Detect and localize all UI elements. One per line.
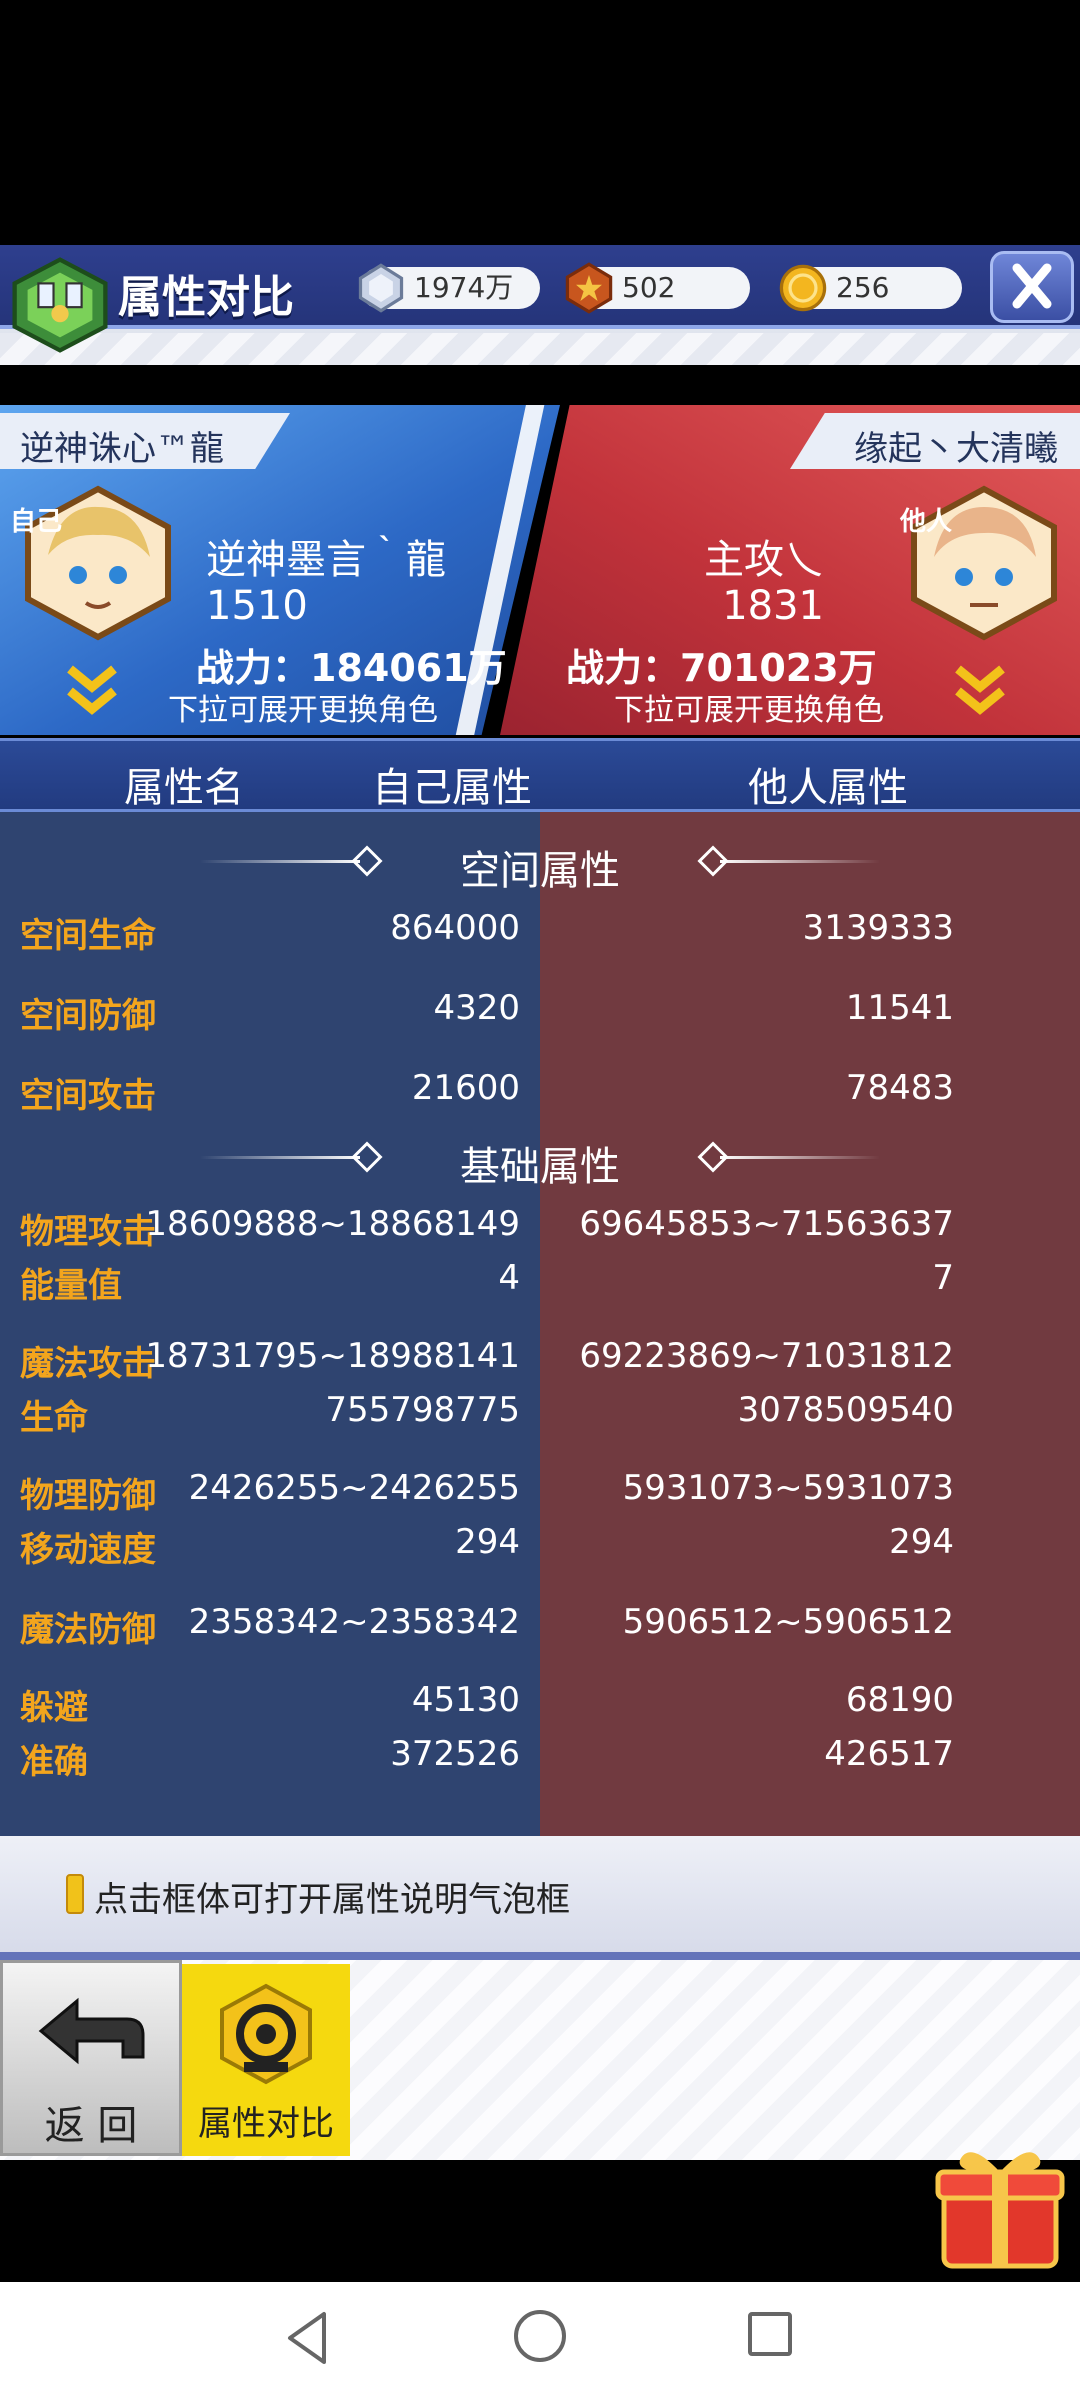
back-arrow-icon	[38, 1997, 145, 2065]
exclamation-icon	[66, 1874, 84, 1914]
row-other-value: 69645853~71563637	[579, 1204, 954, 1244]
row-label[interactable]: 准确	[20, 1734, 88, 1783]
self-power: 战力：184061万	[196, 646, 507, 690]
row-label[interactable]: 空间防御	[20, 988, 156, 1037]
row-other-value: 294	[889, 1522, 954, 1562]
row-other-value: 7	[932, 1258, 954, 1298]
section-title: 空间属性	[460, 848, 620, 894]
row-label[interactable]: 移动速度	[20, 1522, 156, 1571]
diamond-icon	[358, 263, 404, 313]
tab-label: 属性对比	[198, 2104, 334, 2144]
tab-attribute-compare[interactable]: 属性对比	[182, 1964, 350, 2156]
other-player-name: 主攻乀	[704, 537, 824, 583]
row-other-value: 5931073~5931073	[622, 1468, 954, 1508]
self-expand-chevron-icon[interactable]	[64, 661, 120, 721]
row-self-value: 4	[498, 1258, 520, 1298]
other-tab-name: 缘起丶大清曦	[854, 429, 1058, 469]
row-other-value: 426517	[824, 1734, 954, 1774]
player-compare-panel: 逆神诛心™龍 缘起丶大清曦 自己 他人 逆神墨言｀龍 1510 战力：18406…	[0, 405, 1080, 735]
attribute-table[interactable]: 空间属性 空间生命 864000 3139333 空间防御 4320 11541…	[0, 812, 1080, 1836]
self-player-level: 1510	[206, 583, 308, 629]
row-other-value: 78483	[845, 1068, 954, 1108]
back-label: 返 回	[44, 2103, 138, 2149]
section-line-right	[720, 1156, 880, 1159]
row-label[interactable]: 躲避	[20, 1680, 88, 1729]
header-other-attribute: 他人属性	[748, 765, 908, 811]
header-attribute-name: 属性名	[124, 765, 244, 811]
row-self-value: 2358342~2358342	[188, 1602, 520, 1642]
header-bar: 属性对比 1974万 502 256	[0, 245, 1080, 365]
other-expand-chevron-icon[interactable]	[952, 661, 1008, 721]
row-other-value: 5906512~5906512	[622, 1602, 954, 1642]
row-other-value: 69223869~71031812	[579, 1336, 954, 1376]
compare-swirl-icon	[220, 1983, 312, 2085]
header-self-attribute: 自己属性	[372, 765, 532, 811]
section-header: 空间属性	[0, 832, 1080, 894]
row-self-value: 45130	[411, 1680, 520, 1720]
row-other-value: 3139333	[802, 908, 954, 948]
coin-value: 256	[836, 271, 890, 304]
bottom-nav: 返 回 属性对比	[0, 1960, 1080, 2160]
other-power: 战力：701023万	[566, 646, 877, 690]
system-nav-bar	[0, 2282, 1080, 2400]
row-other-value: 68190	[845, 1680, 954, 1720]
row-self-value: 294	[455, 1522, 520, 1562]
row-self-value: 21600	[411, 1068, 520, 1108]
other-badge: 他人	[900, 507, 953, 537]
section-line-right	[720, 860, 880, 863]
row-self-value: 372526	[390, 1734, 520, 1774]
self-badge: 自己	[10, 507, 63, 537]
row-other-value: 3078509540	[737, 1390, 954, 1430]
system-home-icon[interactable]	[514, 2310, 566, 2362]
close-button[interactable]	[990, 251, 1074, 323]
row-label[interactable]: 能量值	[20, 1258, 122, 1307]
medal-value: 502	[622, 271, 676, 304]
attribute-compare-logo-icon	[12, 257, 108, 353]
row-other-value: 11541	[845, 988, 954, 1028]
hexagon-medal-icon	[565, 262, 613, 314]
row-self-value: 18731795~18988141	[145, 1336, 520, 1376]
top-black-area	[0, 0, 1080, 245]
section-header: 基础属性	[0, 1128, 1080, 1190]
row-self-value: 2426255~2426255	[188, 1468, 520, 1508]
row-self-value: 755798775	[325, 1390, 520, 1430]
row-self-value: 4320	[433, 988, 520, 1028]
other-player-level: 1831	[722, 583, 824, 629]
header-stripes	[0, 333, 1080, 365]
row-self-value: 18609888~18868149	[145, 1204, 520, 1244]
info-text: 点击框体可打开属性说明气泡框	[94, 1880, 570, 1920]
gift-box-icon[interactable]	[930, 2134, 1070, 2274]
self-player-name: 逆神墨言｀龍	[206, 537, 446, 583]
other-column-bg	[540, 812, 1080, 1836]
row-label[interactable]: 空间生命	[20, 908, 156, 957]
system-recents-icon[interactable]	[748, 2312, 792, 2356]
gold-coin-icon	[779, 264, 827, 312]
diamond-value: 1974万	[414, 271, 514, 304]
other-hint: 下拉可展开更换角色	[614, 693, 884, 728]
page-title: 属性对比	[118, 272, 294, 323]
row-label[interactable]: 魔法防御	[20, 1602, 156, 1651]
row-label[interactable]: 魔法攻击	[20, 1336, 156, 1385]
section-title: 基础属性	[460, 1144, 620, 1190]
system-back-icon[interactable]	[280, 2308, 340, 2368]
row-label[interactable]: 生命	[20, 1390, 88, 1439]
info-bar: 点击框体可打开属性说明气泡框	[0, 1836, 1080, 1960]
row-label[interactable]: 空间攻击	[20, 1068, 156, 1117]
currency-medal: 502	[565, 262, 750, 314]
row-label[interactable]: 物理攻击	[20, 1204, 156, 1253]
back-button[interactable]: 返 回	[0, 1960, 182, 2156]
self-tab-name: 逆神诛心™龍	[20, 429, 224, 469]
close-icon	[1012, 263, 1052, 309]
row-label[interactable]: 物理防御	[20, 1468, 156, 1517]
row-self-value: 864000	[390, 908, 520, 948]
currency-coin: 256	[779, 264, 962, 312]
currency-diamond: 1974万	[358, 263, 540, 313]
self-hint: 下拉可展开更换角色	[168, 693, 438, 728]
table-header: 属性名 自己属性 他人属性	[0, 738, 1080, 812]
